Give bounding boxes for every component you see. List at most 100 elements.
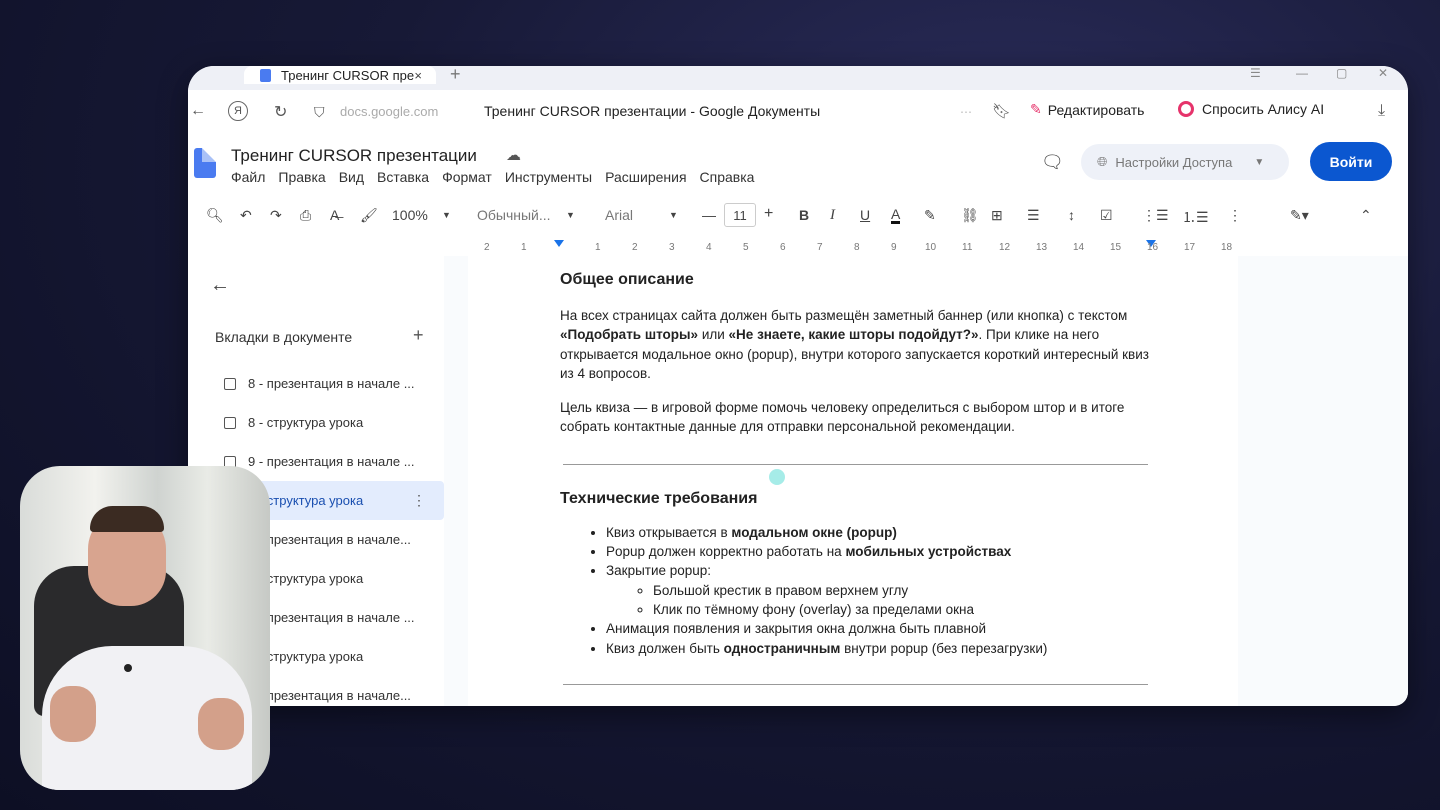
sidebar-item[interactable]: 8 - презентация в начале ... (206, 364, 444, 403)
ruler-tick: 7 (817, 242, 823, 253)
yandex-icon[interactable]: Я (228, 101, 248, 121)
text-cursor-icon (769, 469, 785, 485)
zoom-select[interactable]: 100% (392, 207, 428, 223)
text-bold: модальном окне (popup) (731, 524, 897, 540)
browser-window: Тренинг CURSOR пре × + ☰ — ▢ ✕ ← Я ↻ ⛉ d… (188, 66, 1408, 706)
link-icon[interactable]: ⛓︎ (961, 207, 979, 224)
alice-icon (1178, 101, 1194, 117)
spellcheck-icon[interactable]: A̶ (330, 207, 339, 223)
ruler-tick: 16 (1147, 242, 1159, 253)
font-chevron-icon[interactable]: ▼ (669, 210, 678, 220)
presenter-hair (90, 506, 164, 532)
back-icon[interactable]: ← (190, 102, 206, 120)
menu-tools[interactable]: Инструменты (505, 169, 592, 185)
document-body[interactable]: Общее описание На всех страницах сайта д… (560, 271, 1150, 685)
style-chevron-icon[interactable]: ▼ (566, 210, 575, 220)
heading-tech-requirements: Технические требования (560, 489, 758, 507)
ruler-tick: 13 (1036, 242, 1048, 253)
underline-button[interactable]: U (860, 207, 870, 223)
comment-icon[interactable]: 🗨︎ (1041, 152, 1064, 173)
menu-extensions[interactable]: Расширения (605, 169, 686, 185)
text-bold: «Не знаете, какие шторы подойдут?» (728, 327, 979, 343)
menu-format[interactable]: Формат (442, 169, 492, 185)
reload-icon[interactable]: ↻ (274, 102, 287, 122)
zoom-chevron-icon[interactable]: ▼ (442, 210, 451, 220)
text-run: Закрытие popup: (606, 563, 712, 579)
print-icon[interactable]: ⎙ (300, 207, 311, 224)
tab-strip: Тренинг CURSOR пре × + ☰ — ▢ ✕ (188, 66, 1408, 90)
text-run: Квиз открывается в (606, 524, 732, 540)
cloud-save-icon[interactable]: ☁ (506, 146, 521, 164)
document-tab-icon (224, 416, 236, 429)
url-text[interactable]: docs.google.com (340, 104, 438, 119)
checklist-icon[interactable]: ☑ (1100, 207, 1113, 224)
insert-comment-icon[interactable]: ⊞ (991, 207, 1003, 224)
address-page-title[interactable]: Тренинг CURSOR презентации - Google Доку… (484, 103, 820, 119)
share-button[interactable]: 🌐︎ Настройки Доступа ▼ (1081, 144, 1289, 180)
bookmark-icon[interactable]: 🔖︎ (992, 102, 1011, 120)
highlight-icon[interactable]: ✎ (924, 207, 936, 224)
close-outline-icon[interactable]: ← (210, 274, 230, 297)
search-icon[interactable]: 🔍︎ (206, 207, 224, 224)
ruler-tick: 14 (1073, 242, 1085, 253)
italic-button[interactable]: I (830, 207, 835, 224)
sidebar-item-label: 9 - презентация в начале ... (248, 454, 415, 469)
ruler-tick: 8 (854, 242, 860, 253)
add-tab-button[interactable]: + (413, 325, 424, 346)
tab-close-icon[interactable]: × (414, 68, 422, 83)
font-select[interactable]: Arial (605, 207, 633, 223)
maximize-icon[interactable]: ▢ (1336, 66, 1347, 80)
menu-icon[interactable]: ☰ (1250, 66, 1261, 80)
text-run: или (698, 327, 729, 343)
paint-format-icon[interactable]: 🖌︎ (360, 207, 378, 224)
sidebar-item-label: 8 - презентация в начале ... (248, 376, 415, 391)
ruler-tick: 5 (743, 242, 749, 253)
menu-view[interactable]: Вид (339, 169, 364, 185)
more-icon[interactable]: ⋯ (960, 105, 972, 119)
text-run: Квиз должен быть (606, 640, 724, 656)
left-indent-marker-icon[interactable] (554, 240, 564, 247)
more-options-icon[interactable]: ⋮ (1228, 207, 1242, 224)
font-size-input[interactable]: 11 (724, 203, 756, 227)
menu-insert[interactable]: Вставка (377, 169, 429, 185)
redo-icon[interactable]: ↷ (270, 207, 282, 224)
shield-icon[interactable]: ⛉ (314, 104, 325, 121)
font-size-decrease-icon[interactable]: — (702, 207, 716, 223)
menu-help[interactable]: Справка (700, 169, 755, 185)
edit-button[interactable]: ✎ Редактировать (1030, 101, 1144, 118)
text-color-button[interactable]: A (891, 207, 901, 224)
undo-icon[interactable]: ↶ (240, 207, 252, 224)
align-icon[interactable]: ☰ (1027, 207, 1040, 224)
horizontal-rule (563, 463, 1148, 465)
minimize-icon[interactable]: — (1296, 66, 1308, 80)
menu-edit[interactable]: Правка (278, 169, 325, 185)
bullet-list-icon[interactable]: ⋮☰ (1142, 207, 1169, 224)
new-tab-button[interactable]: + (450, 66, 461, 85)
download-icon[interactable]: ⤓ (1378, 102, 1385, 120)
browser-tab[interactable]: Тренинг CURSOR пре × (244, 66, 436, 84)
alice-button[interactable]: Спросить Алису AI (1178, 101, 1324, 117)
address-bar: ← Я ↻ ⛉ docs.google.com Тренинг CURSOR п… (188, 90, 1408, 134)
collapse-toolbar-icon[interactable]: ⌃ (1360, 207, 1372, 224)
docs-favicon-icon (260, 68, 271, 82)
menu-file[interactable]: Файл (231, 169, 265, 185)
presenter-right-hand (198, 698, 244, 750)
login-button[interactable]: Войти (1310, 142, 1392, 181)
list-item: Квиз должен быть одностраничным внутри p… (606, 639, 1150, 658)
close-window-icon[interactable]: ✕ (1378, 66, 1388, 80)
document-title[interactable]: Тренинг CURSOR презентации (231, 146, 477, 166)
editing-mode-icon[interactable]: ✎▾ (1290, 207, 1309, 224)
sidebar-item-label: 9 - структура урока (248, 493, 364, 508)
docs-logo-icon[interactable] (194, 148, 216, 178)
ruler-tick: 18 (1221, 242, 1233, 253)
ruler: 2 1 1 2 3 4 5 6 7 8 9 10 11 12 13 14 15 … (458, 238, 1248, 256)
line-spacing-icon[interactable]: ↕ (1068, 207, 1075, 223)
style-select[interactable]: Обычный... (477, 207, 551, 223)
bold-button[interactable]: B (799, 207, 809, 223)
ruler-tick: 1 (521, 242, 527, 253)
tab-options-icon[interactable]: ⋮ (412, 492, 426, 509)
sidebar-item[interactable]: 8 - структура урока (206, 403, 444, 442)
font-size-increase-icon[interactable]: + (764, 205, 773, 223)
numbered-list-icon[interactable]: ⒈☰ (1182, 207, 1209, 227)
heading-general-description: Общее описание (560, 271, 694, 288)
